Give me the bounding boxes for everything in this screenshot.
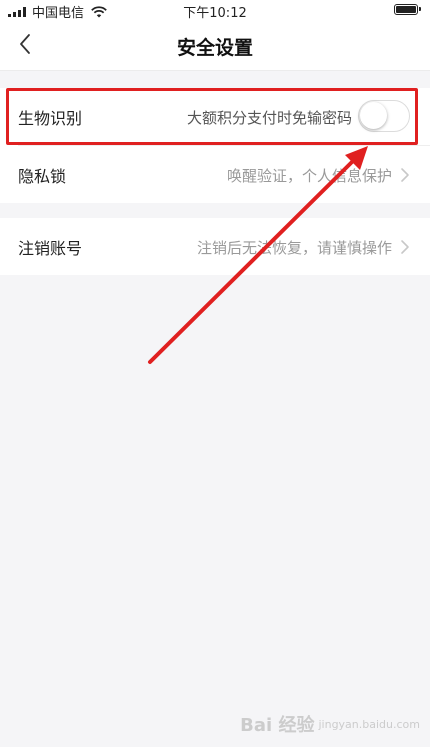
chevron-right-icon <box>401 168 409 182</box>
status-bar: 中国电信 下午10:12 <box>0 0 430 21</box>
watermark-sub: jingyan.baidu.com <box>318 717 420 731</box>
watermark-text: Bai 经验 <box>240 715 315 736</box>
watermark: Bai 经验 jingyan.baidu.com <box>240 711 420 737</box>
battery-icon <box>394 4 421 15</box>
setting-label-cancel-account: 注销账号 <box>18 239 83 258</box>
setting-value-cancel-account: 注销后无法恢复，请谨慎操作 <box>196 239 392 257</box>
settings-group-primary: 生物识别 大额积分支付时免输密码 隐私锁 唤醒验证，个人信息保护 <box>0 88 430 203</box>
setting-label-biometric: 生物识别 <box>18 109 83 128</box>
toggle-knob <box>360 102 387 129</box>
nav-bar: 安全设置 <box>0 20 430 71</box>
status-time: 下午10:12 <box>183 6 247 21</box>
setting-row-cancel-account[interactable]: 注销账号 注销后无法恢复，请谨慎操作 <box>0 218 430 275</box>
setting-description-biometric: 大额积分支付时免输密码 <box>186 109 352 127</box>
biometric-toggle[interactable] <box>358 100 410 132</box>
setting-row-biometric[interactable]: 生物识别 大额积分支付时免输密码 <box>0 88 430 145</box>
setting-label-privacy-lock: 隐私锁 <box>18 167 67 186</box>
page-title: 安全设置 <box>176 37 253 59</box>
setting-value-privacy-lock: 唤醒验证，个人信息保护 <box>226 167 392 185</box>
setting-row-privacy-lock[interactable]: 隐私锁 唤醒验证，个人信息保护 <box>0 146 430 203</box>
settings-group-account: 注销账号 注销后无法恢复，请谨慎操作 <box>0 218 430 275</box>
chevron-right-icon <box>401 240 409 254</box>
